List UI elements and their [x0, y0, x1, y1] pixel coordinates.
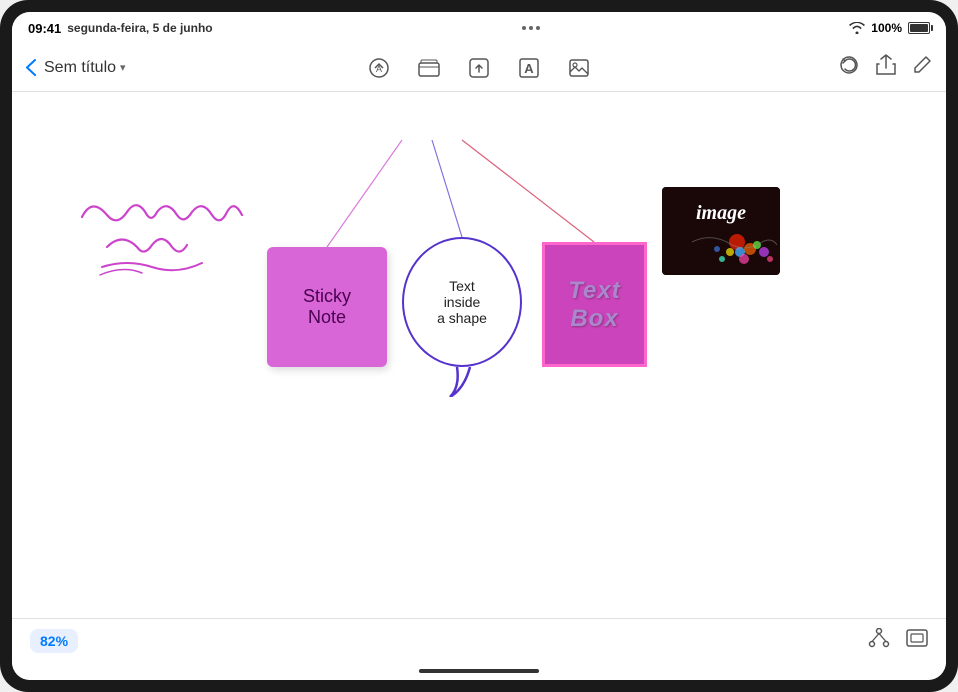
- image-element[interactable]: image: [662, 187, 780, 275]
- status-right: 100%: [849, 21, 930, 35]
- diagram-icon[interactable]: [868, 628, 890, 653]
- dot-3: [536, 26, 540, 30]
- status-left: 09:41 segunda-feira, 5 de junho: [28, 21, 213, 36]
- text-box-content: Text Box: [568, 277, 620, 333]
- canvas-area[interactable]: Sticky Note Text inside a shape Text Box: [12, 92, 946, 618]
- text-tool[interactable]: A: [513, 52, 545, 84]
- upload-tool[interactable]: [463, 52, 495, 84]
- ipad-screen: 09:41 segunda-feira, 5 de junho 100%: [12, 12, 946, 680]
- status-center-dots: [522, 26, 540, 30]
- battery-icon: [908, 22, 930, 34]
- title-chevron: ▾: [120, 61, 126, 74]
- text-box[interactable]: Text Box: [542, 242, 647, 367]
- svg-text:A: A: [524, 61, 534, 76]
- toolbar-center: A: [146, 52, 812, 84]
- wifi-icon: [849, 22, 865, 34]
- ipad-frame: 09:41 segunda-feira, 5 de junho 100%: [0, 0, 958, 692]
- status-date: segunda-feira, 5 de junho: [67, 21, 212, 35]
- speech-bubble-tail: [442, 367, 482, 397]
- dot-2: [529, 26, 533, 30]
- status-bar: 09:41 segunda-feira, 5 de junho 100%: [12, 12, 946, 44]
- speech-bubble-text: Text inside a shape: [437, 278, 487, 326]
- home-indicator: [12, 662, 946, 680]
- speech-bubble[interactable]: Text inside a shape: [402, 237, 522, 367]
- doc-title[interactable]: Sem título ▾: [44, 59, 126, 77]
- toolbar-right: [812, 54, 932, 81]
- toolbar: Sem título ▾ A: [12, 44, 946, 92]
- speech-bubble-container[interactable]: Text inside a shape: [402, 237, 522, 392]
- edit-icon[interactable]: [912, 55, 932, 80]
- image-tool[interactable]: [563, 52, 595, 84]
- battery-percent: 100%: [871, 21, 902, 35]
- image-canvas: image: [662, 187, 780, 275]
- svg-text:image: image: [696, 202, 746, 224]
- status-time: 09:41: [28, 21, 61, 36]
- browse-tool[interactable]: [413, 52, 445, 84]
- zoom-badge[interactable]: 82%: [30, 629, 78, 653]
- back-button[interactable]: [26, 59, 36, 76]
- bottom-right-icons: [868, 628, 928, 653]
- rotate-icon[interactable]: [838, 54, 860, 81]
- battery-fill: [910, 24, 928, 32]
- share-icon[interactable]: [876, 54, 896, 81]
- sticky-note[interactable]: Sticky Note: [267, 247, 387, 367]
- home-bar: [419, 669, 539, 673]
- sticky-note-text: Sticky Note: [303, 286, 351, 328]
- view-icon[interactable]: [906, 629, 928, 652]
- doc-title-text: Sem título: [44, 59, 116, 77]
- pencil-tool[interactable]: A: [363, 52, 395, 84]
- bottom-bar: 82%: [12, 618, 946, 662]
- toolbar-left: Sem título ▾: [26, 59, 146, 77]
- dot-1: [522, 26, 526, 30]
- handwritten-text-element: [72, 177, 252, 287]
